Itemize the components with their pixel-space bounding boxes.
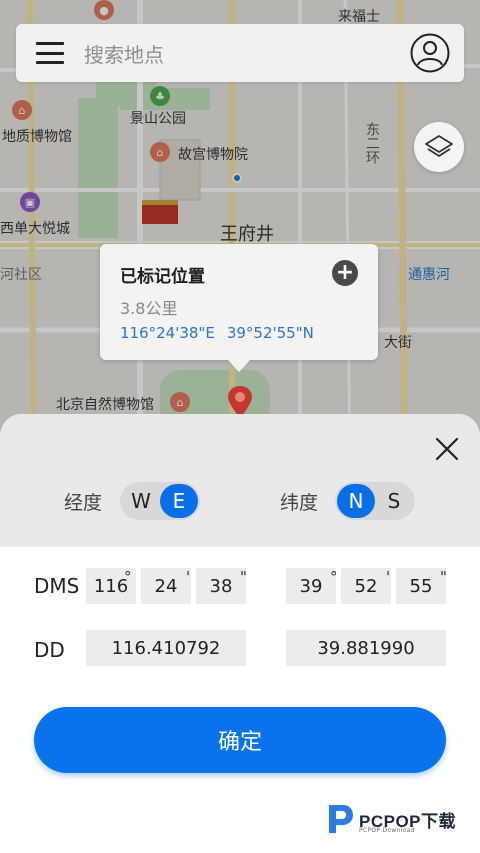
avatar-icon[interactable] [410, 33, 450, 73]
second-unit: " [240, 568, 247, 586]
minute-unit: ' [386, 568, 391, 586]
dms-lat-seconds-input[interactable]: 55 [396, 568, 446, 604]
coordinate-sheet: 经度 W E 纬度 N S DMS 116 ° 24 ' 38 " 39 ° 5… [0, 414, 480, 853]
menu-icon[interactable] [36, 42, 64, 64]
degree-unit: ° [330, 568, 338, 586]
search-bar[interactable]: 搜索地点 [16, 24, 464, 82]
dms-lat-degrees-input[interactable]: 39 [286, 568, 336, 604]
dd-longitude-input[interactable]: 116.410792 [86, 630, 246, 666]
dms-lon-minutes-input[interactable]: 24 [141, 568, 191, 604]
layers-icon [425, 135, 453, 157]
dms-lon-seconds-input[interactable]: 38 [196, 568, 246, 604]
toggle-option-s[interactable]: S [375, 484, 413, 518]
marked-location-card[interactable]: 已标记位置 3.8公里 116°24'38"E 39°52'55"N + [100, 244, 378, 372]
latitude-label: 纬度 [280, 492, 319, 514]
card-longitude: 116°24'38"E [120, 324, 215, 342]
toggle-option-w[interactable]: W [122, 484, 160, 518]
toggle-option-e[interactable]: E [160, 484, 198, 518]
minute-unit: ' [186, 568, 191, 586]
search-input[interactable]: 搜索地点 [84, 39, 410, 68]
card-coordinates: 116°24'38"E 39°52'55"N [120, 324, 314, 342]
dms-lat-minutes-input[interactable]: 52 [341, 568, 391, 604]
confirm-button[interactable]: 确定 [34, 707, 446, 773]
second-unit: " [440, 568, 447, 586]
watermark: PCPOP下载 PCPOP Download [325, 799, 471, 839]
layers-button[interactable] [414, 122, 464, 172]
close-icon[interactable] [434, 436, 460, 462]
dd-latitude-input[interactable]: 39.881990 [286, 630, 446, 666]
card-latitude: 39°52'55"N [226, 324, 314, 342]
longitude-label: 经度 [64, 492, 103, 514]
card-distance: 3.8公里 [120, 299, 178, 318]
degree-unit: ° [124, 568, 132, 586]
pcpop-logo-icon [329, 805, 353, 833]
dms-label: DMS [34, 574, 80, 598]
watermark-sub: PCPOP Download [359, 827, 415, 834]
longitude-toggle[interactable]: W E [120, 482, 200, 520]
sheet-header [0, 414, 480, 547]
toggle-option-n[interactable]: N [337, 484, 375, 518]
card-title: 已标记位置 [120, 267, 205, 287]
dd-label: DD [34, 638, 65, 662]
add-icon[interactable]: + [332, 260, 358, 286]
latitude-toggle[interactable]: N S [335, 482, 415, 520]
